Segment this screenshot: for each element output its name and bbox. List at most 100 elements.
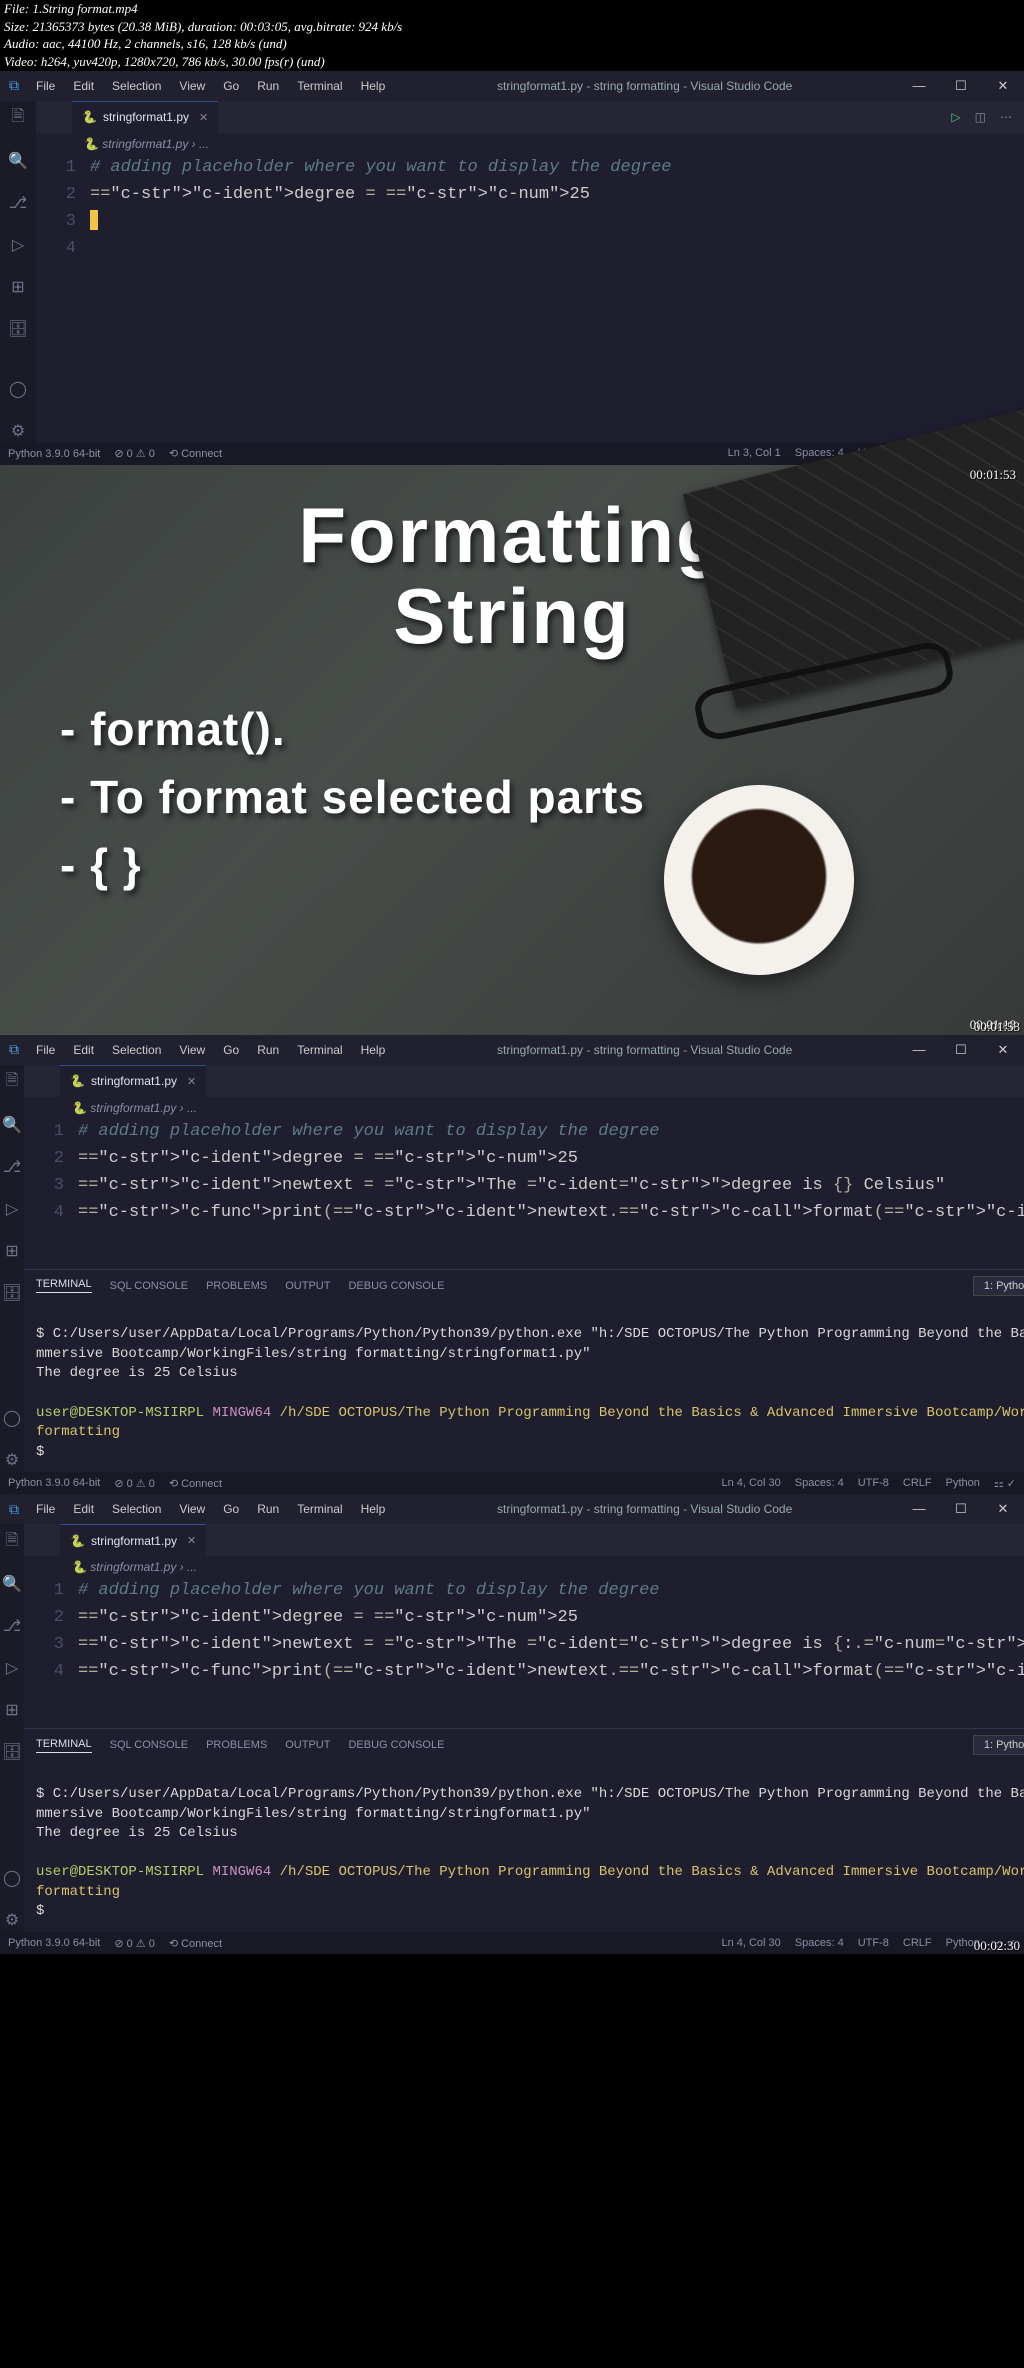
- menu-edit[interactable]: Edit: [67, 1498, 100, 1520]
- status-item[interactable]: UTF-8: [858, 1477, 889, 1490]
- search-icon[interactable]: 🔍: [6, 149, 30, 173]
- code-line[interactable]: =="c-str">"c-func">print(=="c-str">"c-id…: [78, 1200, 1024, 1227]
- titlebar[interactable]: ⧉ FileEditSelectionViewGoRunTerminalHelp…: [0, 1494, 1024, 1524]
- menu-go[interactable]: Go: [217, 1039, 245, 1061]
- terminal-select[interactable]: 1: Python: [973, 1276, 1024, 1296]
- status-connect[interactable]: ⟲ Connect: [169, 1477, 222, 1490]
- maximize-button[interactable]: ☐: [940, 1042, 982, 1058]
- run-button-icon[interactable]: ▷: [951, 110, 960, 124]
- status-python[interactable]: Python 3.9.0 64-bit: [8, 448, 100, 460]
- source-control-icon[interactable]: ⎇: [0, 1155, 24, 1179]
- code-line[interactable]: =="c-str">"c-ident">degree = =="c-str">"…: [90, 182, 1014, 209]
- menu-file[interactable]: File: [30, 75, 61, 97]
- close-button[interactable]: ✕: [982, 1042, 1024, 1058]
- gear-icon[interactable]: ⚙: [0, 1448, 24, 1472]
- panel-tab-terminal[interactable]: TERMINAL: [36, 1738, 92, 1753]
- menu-bar[interactable]: FileEditSelectionViewGoRunTerminalHelp: [30, 1498, 391, 1520]
- menu-terminal[interactable]: Terminal: [291, 1498, 348, 1520]
- menu-run[interactable]: Run: [251, 75, 285, 97]
- code-editor[interactable]: 1234 # adding placeholder where you want…: [36, 155, 1024, 415]
- panel-tab-terminal[interactable]: TERMINAL: [36, 1278, 92, 1293]
- close-button[interactable]: ✕: [982, 78, 1024, 94]
- status-item[interactable]: Ln 4, Col 30: [721, 1937, 780, 1950]
- source-control-icon[interactable]: ⎇: [0, 1614, 24, 1638]
- panel-tab-debug-console[interactable]: DEBUG CONSOLE: [348, 1280, 444, 1292]
- menu-help[interactable]: Help: [355, 1498, 392, 1520]
- code-line[interactable]: # adding placeholder where you want to d…: [90, 155, 1014, 182]
- tab-stringformat1[interactable]: 🐍 stringformat1.py ✕: [60, 1065, 206, 1097]
- breadcrumb[interactable]: 🐍 stringformat1.py › ...: [24, 1556, 1024, 1578]
- menu-selection[interactable]: Selection: [106, 1498, 167, 1520]
- menu-selection[interactable]: Selection: [106, 1039, 167, 1061]
- activity-bar[interactable]: 🗎 🔍 ⎇ ▷ ⊞ 🗄 ◯ ⚙: [0, 101, 36, 443]
- more-actions-icon[interactable]: ⋯: [1000, 110, 1012, 124]
- menu-view[interactable]: View: [173, 75, 211, 97]
- search-icon[interactable]: 🔍: [0, 1113, 24, 1137]
- close-button[interactable]: ✕: [982, 1501, 1024, 1517]
- split-editor-icon[interactable]: ◫: [975, 110, 986, 124]
- account-icon[interactable]: ◯: [0, 1406, 24, 1430]
- menu-terminal[interactable]: Terminal: [291, 1039, 348, 1061]
- tab-stringformat1[interactable]: 🐍 stringformat1.py ✕: [72, 101, 218, 133]
- titlebar[interactable]: ⧉ FileEditSelectionViewGoRunTerminalHelp…: [0, 1035, 1024, 1065]
- run-debug-icon[interactable]: ▷: [0, 1197, 24, 1221]
- explorer-icon[interactable]: 🗎: [0, 1530, 24, 1554]
- tab-bar[interactable]: 🐍 stringformat1.py ✕ ▷ ◫ ⋯: [24, 1524, 1024, 1556]
- status-item[interactable]: Ln 3, Col 1: [728, 447, 781, 460]
- tab-bar[interactable]: 🐍 stringformat1.py ✕ ▷ ◫ ⋯: [36, 101, 1024, 133]
- panel-tab-sql-console[interactable]: SQL CONSOLE: [110, 1280, 188, 1292]
- menu-run[interactable]: Run: [251, 1039, 285, 1061]
- menu-bar[interactable]: FileEditSelectionViewGoRunTerminalHelp: [30, 75, 391, 97]
- terminal-select[interactable]: 1: Python: [973, 1735, 1024, 1755]
- tab-close-icon[interactable]: ✕: [187, 1075, 196, 1088]
- status-item[interactable]: Spaces: 4: [795, 1937, 844, 1950]
- panel-tab-problems[interactable]: PROBLEMS: [206, 1280, 267, 1292]
- status-item[interactable]: Ln 4, Col 30: [721, 1477, 780, 1490]
- explorer-icon[interactable]: 🗎: [0, 1071, 24, 1095]
- tab-bar[interactable]: 🐍 stringformat1.py ✕ ▷ ◫ ⋯: [24, 1065, 1024, 1097]
- code-editor[interactable]: 1234 # adding placeholder where you want…: [24, 1578, 1024, 1728]
- code-line[interactable]: =="c-str">"c-ident">newtext = ="c-str">"…: [78, 1632, 1024, 1659]
- gear-icon[interactable]: ⚙: [0, 1908, 24, 1932]
- menu-run[interactable]: Run: [251, 1498, 285, 1520]
- database-icon[interactable]: 🗄: [6, 317, 30, 341]
- run-debug-icon[interactable]: ▷: [6, 233, 30, 257]
- database-icon[interactable]: 🗄: [0, 1740, 24, 1764]
- panel-tabs[interactable]: TERMINALSQL CONSOLEPROBLEMSOUTPUTDEBUG C…: [24, 1269, 1024, 1302]
- minimize-button[interactable]: —: [898, 78, 940, 94]
- code-line[interactable]: # adding placeholder where you want to d…: [78, 1578, 1024, 1605]
- minimize-button[interactable]: —: [898, 1042, 940, 1058]
- code-line[interactable]: # adding placeholder where you want to d…: [78, 1119, 1024, 1146]
- activity-bar[interactable]: 🗎 🔍 ⎇ ▷ ⊞ 🗄 ◯ ⚙: [0, 1065, 24, 1473]
- maximize-button[interactable]: ☐: [940, 78, 982, 94]
- titlebar[interactable]: ⧉ FileEditSelectionViewGoRunTerminalHelp…: [0, 71, 1024, 101]
- status-python[interactable]: Python 3.9.0 64-bit: [8, 1477, 100, 1489]
- menu-go[interactable]: Go: [217, 1498, 245, 1520]
- status-item[interactable]: ⚏ ✓: [994, 1477, 1016, 1490]
- menu-edit[interactable]: Edit: [67, 1039, 100, 1061]
- status-problems[interactable]: ⊘ 0 ⚠ 0: [114, 447, 154, 460]
- code-line[interactable]: =="c-str">"c-func">print(=="c-str">"c-id…: [78, 1659, 1024, 1686]
- extensions-icon[interactable]: ⊞: [0, 1698, 24, 1722]
- status-problems[interactable]: ⊘ 0 ⚠ 0: [114, 1937, 154, 1950]
- maximize-button[interactable]: ☐: [940, 1501, 982, 1517]
- code-editor[interactable]: 1234 # adding placeholder where you want…: [24, 1119, 1024, 1269]
- breadcrumb[interactable]: 🐍 stringformat1.py › ...: [24, 1097, 1024, 1119]
- menu-terminal[interactable]: Terminal: [291, 75, 348, 97]
- run-debug-icon[interactable]: ▷: [0, 1656, 24, 1680]
- status-problems[interactable]: ⊘ 0 ⚠ 0: [114, 1477, 154, 1490]
- menu-help[interactable]: Help: [355, 1039, 392, 1061]
- status-bar[interactable]: Python 3.9.0 64-bit ⊘ 0 ⚠ 0 ⟲ Connect Ln…: [0, 1472, 1024, 1494]
- source-control-icon[interactable]: ⎇: [6, 191, 30, 215]
- tab-close-icon[interactable]: ✕: [187, 1534, 196, 1547]
- activity-bar[interactable]: 🗎 🔍 ⎇ ▷ ⊞ 🗄 ◯ ⚙: [0, 1524, 24, 1932]
- menu-file[interactable]: File: [30, 1039, 61, 1061]
- gear-icon[interactable]: ⚙: [6, 419, 30, 443]
- account-icon[interactable]: ◯: [6, 377, 30, 401]
- account-icon[interactable]: ◯: [0, 1866, 24, 1890]
- extensions-icon[interactable]: ⊞: [6, 275, 30, 299]
- menu-view[interactable]: View: [173, 1039, 211, 1061]
- menu-bar[interactable]: File Edit Selection View Go Run Terminal Help: [30, 1039, 391, 1061]
- code-line[interactable]: =="c-str">"c-ident">degree = =="c-str">"…: [78, 1146, 1024, 1173]
- panel-tab-output[interactable]: OUTPUT: [285, 1739, 330, 1751]
